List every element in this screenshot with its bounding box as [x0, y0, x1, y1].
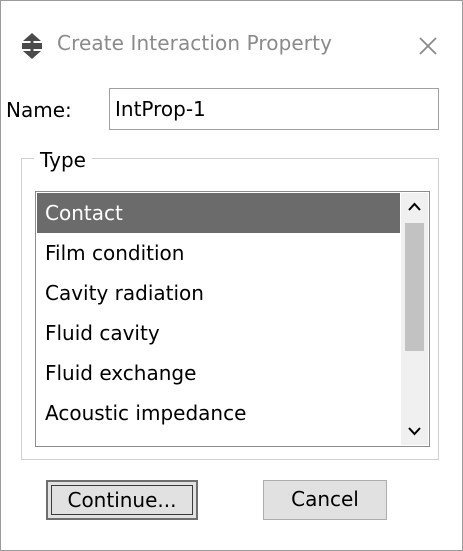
create-interaction-property-dialog: Create Interaction Property Name: Type C…: [0, 0, 463, 551]
name-label: Name:: [6, 98, 72, 122]
list-scrollbar[interactable]: [401, 193, 428, 445]
list-item-fluid-exchange[interactable]: Fluid exchange: [37, 353, 400, 393]
continue-button-label: Continue...: [67, 488, 177, 512]
scroll-down-arrow-icon[interactable]: [401, 415, 428, 445]
list-item-acoustic-impedance[interactable]: Acoustic impedance: [37, 393, 400, 433]
type-group-label: Type: [34, 148, 92, 172]
title-bar: Create Interaction Property: [1, 1, 462, 77]
cancel-button-label: Cancel: [291, 487, 359, 511]
cancel-button[interactable]: Cancel: [263, 480, 387, 520]
type-list-items: Contact Film condition Cavity radiation …: [37, 193, 400, 433]
scroll-up-arrow-icon[interactable]: [401, 193, 428, 223]
list-item-film-condition[interactable]: Film condition: [37, 233, 400, 273]
close-icon[interactable]: [411, 29, 445, 63]
scroll-thumb[interactable]: [405, 223, 424, 351]
type-listbox[interactable]: Contact Film condition Cavity radiation …: [35, 191, 430, 447]
list-item-contact[interactable]: Contact: [37, 193, 400, 233]
list-item-fluid-cavity[interactable]: Fluid cavity: [37, 313, 400, 353]
continue-button[interactable]: Continue...: [46, 480, 198, 520]
list-item-cavity-radiation[interactable]: Cavity radiation: [37, 273, 400, 313]
interaction-property-icon: [22, 33, 42, 59]
dialog-title: Create Interaction Property: [57, 31, 333, 55]
name-input[interactable]: [109, 88, 439, 130]
